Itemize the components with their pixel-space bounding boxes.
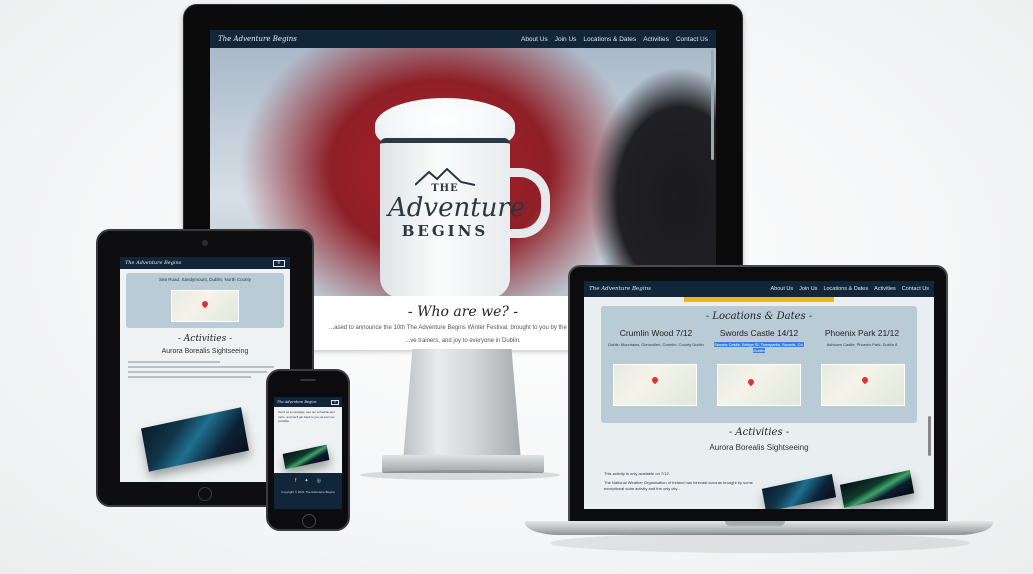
tablet-activity-name: Aurora Borealis Sightseeing — [161, 348, 249, 355]
laptop-notch — [725, 521, 785, 526]
desktop-stand-neck — [403, 349, 521, 461]
laptop-aurora-image-1 — [761, 474, 837, 509]
laptop-scrollbar[interactable] — [928, 416, 931, 456]
location-1-name: Crumlin Wood 7/12 — [619, 328, 693, 338]
phone-image — [282, 444, 330, 470]
desktop-nav-activities[interactable]: Activities — [643, 36, 669, 43]
hamburger-icon[interactable]: ≡ — [273, 259, 285, 267]
tablet-location-card: Sea Road, Sandymount, Dublin, North Coun… — [126, 273, 284, 328]
map-pin-icon — [860, 375, 870, 385]
tablet-card-text: Sea Road, Sandymount, Dublin, North Coun… — [158, 277, 252, 282]
mockup-stage: The Adventure Begins About Us Join Us Lo… — [0, 0, 1033, 574]
laptop-shadow — [550, 533, 970, 553]
location-3-address: Ashtown Castle, Phoenix Park, Dublin 8 — [826, 342, 898, 347]
laptop-nav-join[interactable]: Join Us — [799, 286, 817, 292]
location-2-name: Swords Castle 14/12 — [719, 328, 799, 338]
mug-logo: THE Adventure BEGINS — [388, 183, 526, 240]
tablet-screen: The Adventure Begins ≡ Sea Road, Sandymo… — [120, 257, 290, 482]
laptop-nav-locations[interactable]: Locations & Dates — [823, 286, 868, 292]
laptop-activity-text-1: This activity is only available on 7/12. — [604, 471, 670, 476]
location-1-address: Dublin Mountains, Glencullen, Crumlin, C… — [608, 342, 704, 347]
desktop-navbar: The Adventure Begins About Us Join Us Lo… — [210, 30, 716, 48]
tablet-map[interactable] — [171, 290, 239, 322]
phone-device: The Adventure Begins ≡ Send us a message… — [266, 369, 350, 531]
laptop-nav-contact[interactable]: Contact Us — [902, 286, 929, 292]
laptop-nav-links: About Us Join Us Locations & Dates Activ… — [764, 286, 929, 292]
desktop-nav-about[interactable]: About Us — [521, 36, 548, 43]
laptop-brand-logo[interactable]: The Adventure Begins — [589, 286, 651, 292]
twitter-icon[interactable]: ✦ — [304, 478, 308, 484]
map-pin-icon — [650, 375, 660, 385]
phone-navbar: The Adventure Begins ≡ — [274, 397, 342, 407]
mug-logo-adventure: Adventure — [388, 193, 526, 223]
instagram-icon[interactable]: ◎ — [317, 478, 321, 484]
phone-screen: The Adventure Begins ≡ Send us a message… — [274, 397, 342, 509]
location-1: Crumlin Wood 7/12 Dublin Mountains, Glen… — [606, 328, 706, 348]
laptop-navbar: The Adventure Begins About Us Join Us Lo… — [584, 281, 934, 297]
desktop-nav-links: About Us Join Us Locations & Dates Activ… — [514, 36, 708, 43]
location-2-map[interactable] — [717, 364, 801, 406]
laptop-activities-heading: - Activities - — [728, 427, 790, 438]
tablet-activities-heading: - Activities - — [177, 334, 233, 344]
phone-text: Send us a message, see our schedule and … — [278, 410, 335, 423]
facebook-icon[interactable]: f — [295, 478, 296, 484]
tablet-camera — [202, 240, 208, 246]
map-pin-icon — [200, 299, 210, 309]
phone-footer: f ✦ ◎ Copyright © 2021 The Adventure Beg… — [274, 473, 342, 509]
tablet-navbar: The Adventure Begins ≡ — [120, 257, 290, 269]
mug-logo-begins: BEGINS — [401, 222, 489, 240]
laptop-activity-name: Aurora Borealis Sightseeing — [709, 443, 809, 452]
tablet-home-button[interactable] — [198, 487, 212, 501]
desktop-shadow — [360, 470, 560, 480]
tablet-brand-logo[interactable]: The Adventure Begins — [125, 260, 181, 266]
desktop-scrollbar[interactable] — [711, 50, 714, 160]
location-1-map[interactable] — [613, 364, 697, 406]
laptop-activity-text: This activity is only available on 7/12.… — [604, 471, 754, 492]
locations-heading: - Locations & Dates - — [705, 311, 813, 322]
laptop-screen: The Adventure Begins About Us Join Us Lo… — [584, 281, 934, 509]
phone-speaker — [300, 379, 316, 381]
desktop-nav-locations[interactable]: Locations & Dates — [583, 36, 636, 43]
phone-home-button[interactable] — [302, 514, 316, 528]
location-3-name: Phoenix Park 21/12 — [824, 328, 900, 338]
desktop-brand-logo[interactable]: The Adventure Begins — [218, 35, 297, 43]
phone-brand-logo[interactable]: The Adventure Begins — [277, 400, 316, 404]
tablet-aurora-image — [141, 407, 249, 472]
tablet-activity-text — [128, 361, 282, 378]
phone-social-icons: f ✦ ◎ — [274, 478, 342, 484]
location-2-address: Swords Castle, Bridge St, Townparks, Swo… — [714, 342, 804, 353]
map-pin-icon — [746, 377, 756, 387]
location-3: Phoenix Park 21/12 Ashtown Castle, Phoen… — [812, 328, 912, 348]
desktop-nav-contact[interactable]: Contact Us — [676, 36, 708, 43]
laptop-nav-about[interactable]: About Us — [770, 286, 793, 292]
location-2: Swords Castle 14/12 Swords Castle, Bridg… — [709, 328, 809, 353]
locations-panel: - Locations & Dates - Crumlin Wood 7/12 … — [601, 306, 917, 423]
phone-copyright: Copyright © 2021 The Adventure Begins — [281, 490, 335, 494]
laptop-activity-text-2: The National Weather Organisation of Ire… — [604, 480, 753, 491]
laptop-yellow-bar — [684, 297, 834, 302]
hamburger-icon[interactable]: ≡ — [331, 399, 339, 405]
location-3-map[interactable] — [821, 364, 905, 406]
laptop-nav-activities[interactable]: Activities — [874, 286, 896, 292]
laptop-device: The Adventure Begins About Us Join Us Lo… — [568, 265, 948, 523]
laptop-aurora-image-2 — [839, 470, 915, 508]
desktop-nav-join[interactable]: Join Us — [555, 36, 577, 43]
